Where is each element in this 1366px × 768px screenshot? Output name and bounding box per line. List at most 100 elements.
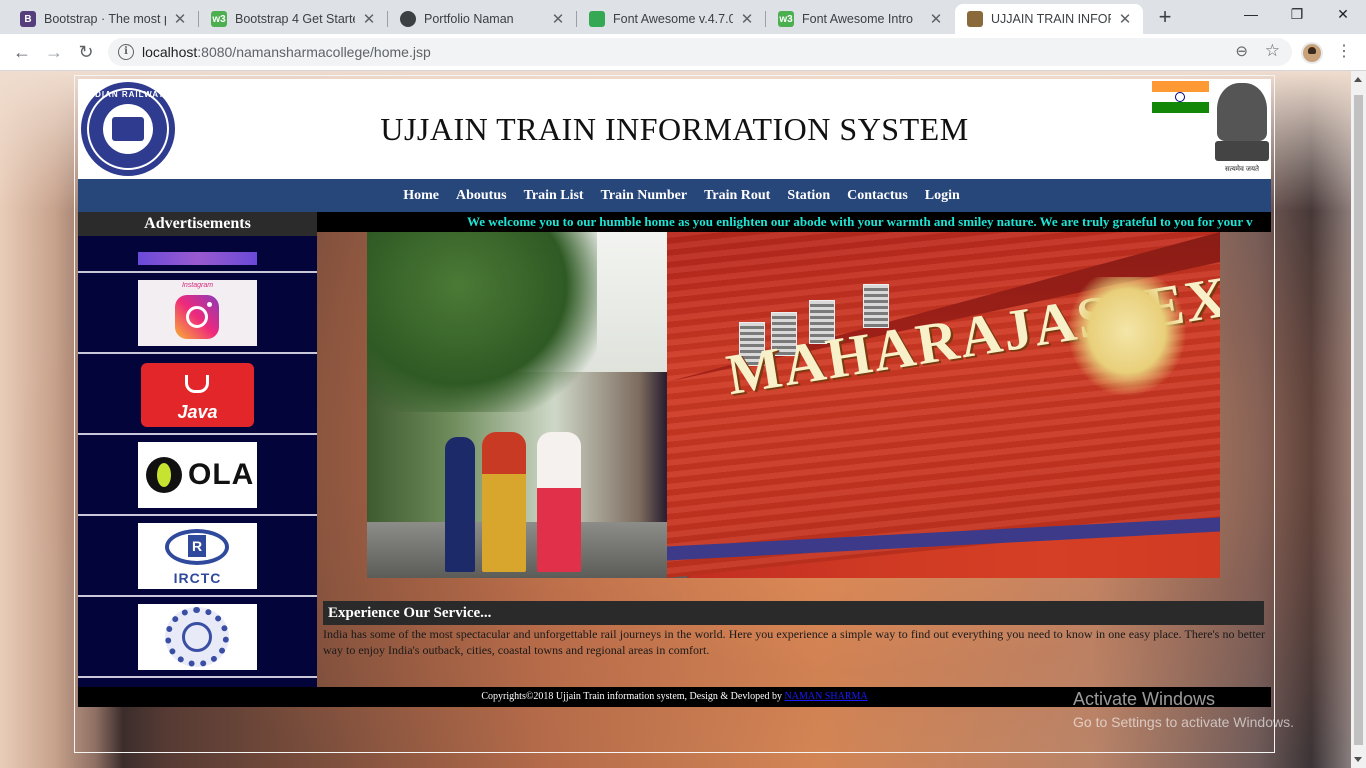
maximize-button[interactable]: ❐ (1274, 0, 1320, 30)
logo-text: INDIAN RAILWAYS (85, 90, 171, 99)
globe-icon (400, 11, 416, 27)
coffee-cup-icon (185, 375, 209, 393)
url-host: localhost (142, 44, 198, 60)
tab-bootstrap4[interactable]: w3 Bootstrap 4 Get Started ✕ (199, 4, 387, 34)
irctc-r-icon: R (188, 535, 206, 557)
hero-person (482, 432, 526, 572)
page-viewport: INDIAN RAILWAYS UJJAIN TRAIN INFORMATION… (0, 71, 1366, 768)
irctc-ad[interactable]: R IRCTC (138, 523, 257, 589)
forward-arrow-icon[interactable]: → (40, 38, 68, 66)
ad-slot-ipl[interactable] (78, 597, 317, 678)
ola-wordmark: OLA (188, 458, 255, 491)
ad-slot-irctc[interactable]: R IRCTC (78, 516, 317, 597)
close-icon[interactable]: ✕ (1117, 10, 1133, 28)
tab-ujjain-train[interactable]: UJJAIN TRAIN INFORMA ✕ (955, 4, 1143, 34)
nav-train-rout[interactable]: Train Rout (704, 188, 770, 204)
ola-logo-icon (146, 457, 182, 493)
tab-strip: B Bootstrap · The most po ✕ w3 Bootstrap… (0, 0, 1366, 34)
new-tab-button[interactable]: + (1152, 5, 1178, 31)
nav-home[interactable]: Home (403, 188, 439, 204)
nav-train-list[interactable]: Train List (524, 188, 584, 204)
menu-icon[interactable]: ⋮ (1336, 40, 1352, 64)
java-wordmark: Java (177, 402, 218, 422)
address-bar[interactable]: i localhost:8080/namansharmacollege/home… (108, 38, 1292, 66)
ipl-core-icon (182, 622, 212, 652)
browser-toolbar: ← → ↻ i localhost:8080/namansharmacolleg… (0, 34, 1366, 71)
watermark-title: Activate Windows (1073, 689, 1216, 709)
profile-avatar[interactable] (1301, 42, 1323, 64)
back-arrow-icon[interactable]: ← (8, 38, 36, 66)
nav-train-number[interactable]: Train Number (601, 188, 687, 204)
nav-station[interactable]: Station (787, 188, 830, 204)
tab-bootstrap[interactable]: B Bootstrap · The most po ✕ (8, 4, 198, 34)
site-header: INDIAN RAILWAYS UJJAIN TRAIN INFORMATION… (78, 79, 1271, 179)
hero-image: MAHARAJAS' EXPRESS (367, 232, 1220, 578)
ad-slot-java[interactable]: Java (78, 354, 317, 435)
tab-portfolio[interactable]: Portfolio Naman ✕ (388, 4, 576, 34)
tiger-icon (1067, 277, 1187, 397)
star-icon[interactable]: ☆ (1265, 41, 1280, 61)
scroll-down-icon[interactable] (1354, 757, 1362, 762)
close-icon[interactable]: ✕ (550, 10, 566, 28)
watermark-subtitle: Go to Settings to activate Windows. (1073, 714, 1294, 730)
tab-title: Bootstrap · The most po (44, 12, 166, 26)
service-heading: Experience Our Service... (323, 601, 1264, 625)
close-icon[interactable]: ✕ (361, 10, 377, 28)
zoom-icon[interactable]: ⊖ (1235, 42, 1248, 60)
scrollbar-thumb[interactable] (1354, 95, 1363, 745)
tab-title: Font Awesome v.4.7.0 | (613, 12, 733, 26)
tab-fontawesome[interactable]: Font Awesome v.4.7.0 | ✕ (577, 4, 765, 34)
nav-aboutus[interactable]: Aboutus (456, 188, 507, 204)
tab-title: Font Awesome Intro (802, 12, 913, 26)
marquee-text: We welcome you to our humble home as you… (467, 214, 1253, 229)
close-window-button[interactable]: ✕ (1320, 0, 1366, 30)
instagram-wordmark: Instagram (181, 282, 214, 289)
hero-platform (367, 522, 687, 578)
ad-slot-instagram[interactable]: Instagram (78, 273, 317, 354)
page-title: UJJAIN TRAIN INFORMATION SYSTEM (380, 111, 969, 147)
welcome-marquee: We welcome you to our humble home as you… (317, 212, 1271, 232)
main-nav: Home Aboutus Train List Train Number Tra… (78, 179, 1271, 212)
ipl-ad[interactable] (138, 604, 257, 670)
trainman-banner[interactable] (138, 252, 257, 265)
w3schools-favicon-icon: w3 (778, 11, 794, 27)
hero-person (537, 432, 581, 572)
tab-title: Portfolio Naman (424, 12, 514, 26)
w3schools-favicon-icon: w3 (211, 11, 227, 27)
hero-trees (367, 232, 597, 412)
nav-contactus[interactable]: Contactus (847, 188, 908, 204)
close-icon[interactable]: ✕ (172, 10, 188, 28)
emblem-motto: सत्यमेव जयते (1224, 166, 1260, 173)
minimize-button[interactable]: — (1228, 0, 1274, 30)
service-description: India has some of the most spectacular a… (323, 627, 1265, 657)
sidebar-heading: Advertisements (78, 212, 317, 236)
ad-sidebar: Advertisements Instagram Java OLA R IRCT… (78, 212, 317, 687)
hero-person (445, 437, 475, 572)
national-emblem-icon: सत्यमेव जयते (1213, 79, 1271, 179)
tab-fontawesome-intro[interactable]: w3 Font Awesome Intro ✕ (766, 4, 954, 34)
irctc-wordmark: IRCTC (173, 570, 222, 586)
url-path: :8080/namansharmacollege/home.jsp (197, 44, 431, 60)
instagram-icon (175, 295, 219, 339)
nav-login[interactable]: Login (925, 188, 960, 204)
page-scrollbar[interactable] (1351, 71, 1366, 768)
tab-title: Bootstrap 4 Get Started (235, 12, 355, 26)
scroll-up-icon[interactable] (1354, 77, 1362, 82)
author-link[interactable]: NAMAN SHARMA (785, 691, 868, 702)
info-icon[interactable]: i (118, 44, 134, 60)
indian-flag-icon (1152, 81, 1209, 113)
ola-ad[interactable]: OLA (138, 442, 257, 508)
java-ad[interactable]: Java (141, 363, 254, 427)
close-icon[interactable]: ✕ (928, 10, 944, 28)
ad-slot-trainman[interactable] (78, 236, 317, 273)
reload-icon[interactable]: ↻ (72, 38, 100, 66)
windows-activation-watermark: Activate Windows Go to Settings to activ… (1073, 689, 1294, 730)
ad-slot-ola[interactable]: OLA (78, 435, 317, 516)
bootstrap-favicon-icon: B (20, 11, 36, 27)
close-icon[interactable]: ✕ (739, 10, 755, 28)
tab-title: UJJAIN TRAIN INFORMA (991, 12, 1111, 26)
page-favicon-icon (967, 11, 983, 27)
sheet-icon (589, 11, 605, 27)
url-text[interactable]: localhost:8080/namansharmacollege/home.j… (142, 44, 431, 60)
instagram-ad[interactable]: Instagram (138, 280, 257, 346)
